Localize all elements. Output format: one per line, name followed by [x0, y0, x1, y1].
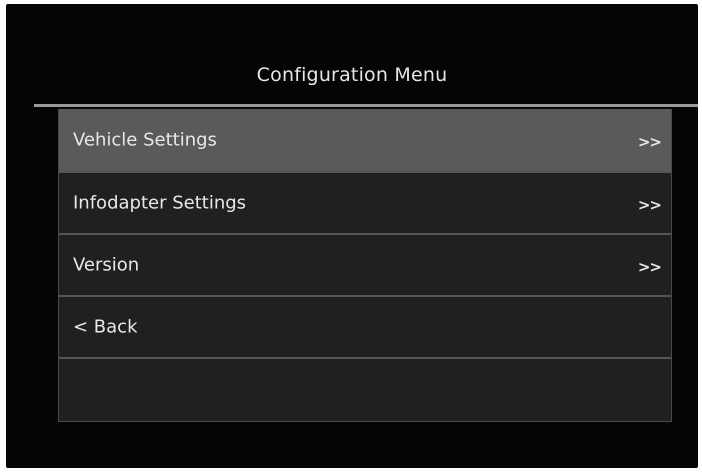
menu-item-vehicle-settings[interactable]: Vehicle Settings >> — [59, 109, 671, 171]
double-chevron-right-icon: >> — [637, 195, 662, 214]
page-title: Configuration Menu — [256, 64, 448, 86]
configuration-menu: Vehicle Settings >> Infodapter Settings … — [58, 109, 672, 422]
menu-item-label: Infodapter Settings — [73, 192, 247, 214]
menu-item-version[interactable]: Version >> — [59, 233, 671, 295]
menu-item-empty — [59, 357, 671, 421]
menu-item-back[interactable]: < Back — [59, 295, 671, 357]
title-divider — [34, 104, 698, 107]
double-chevron-right-icon: >> — [637, 132, 662, 151]
double-chevron-right-icon: >> — [637, 257, 662, 276]
menu-item-label: Version — [73, 254, 140, 276]
display-screen: Configuration Menu Vehicle Settings >> I… — [6, 4, 698, 468]
menu-item-infodapter-settings[interactable]: Infodapter Settings >> — [59, 171, 671, 233]
menu-item-label: < Back — [73, 316, 138, 338]
menu-item-label: Vehicle Settings — [73, 129, 217, 151]
